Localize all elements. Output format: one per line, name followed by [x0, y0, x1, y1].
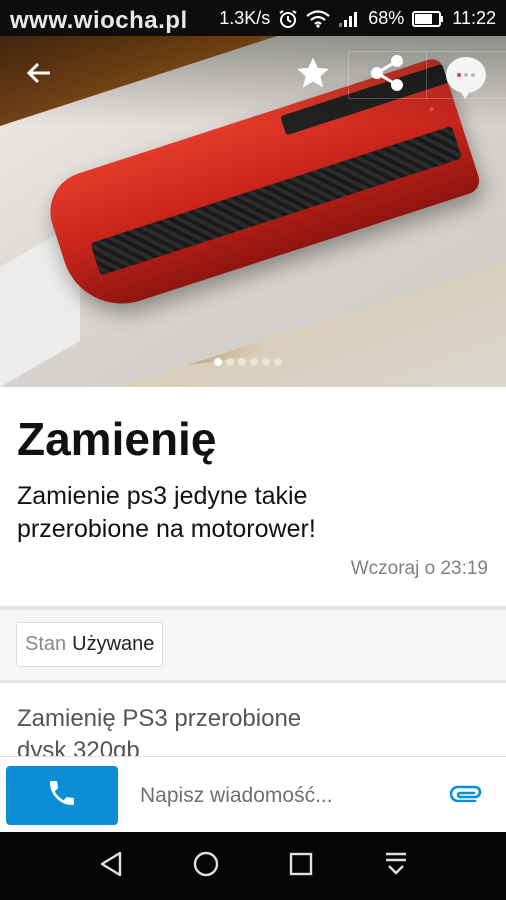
- status-bar: www.wiocha.pl 1.3K/s 68% 11:22: [0, 0, 506, 36]
- param-condition: Stan Używane: [16, 622, 164, 667]
- gallery-dot[interactable]: [214, 358, 222, 366]
- share-button[interactable]: [362, 54, 412, 96]
- paperclip-icon: [449, 784, 482, 807]
- param-key: Stan: [25, 633, 67, 655]
- battery-icon: [412, 10, 444, 27]
- network-speed: 1.3K/s: [219, 8, 271, 28]
- favorite-button[interactable]: [290, 54, 336, 96]
- back-arrow-icon: [25, 59, 53, 92]
- listing-title: Zamienię: [17, 413, 217, 465]
- nav-home-button[interactable]: [186, 848, 226, 884]
- gallery-dot[interactable]: [226, 358, 234, 366]
- gallery-dot[interactable]: [274, 358, 282, 366]
- chat-button[interactable]: [443, 52, 489, 99]
- gallery-dot[interactable]: [262, 358, 270, 366]
- phone-icon: [46, 777, 78, 814]
- signal-icon: [338, 10, 360, 28]
- listing-description: Zamienię PS3 przerobione dysk 320gb: [0, 683, 506, 756]
- listing-date: Wczoraj o 23:19: [350, 558, 488, 579]
- square-recents-icon: [288, 851, 314, 882]
- triangle-back-icon: [98, 850, 124, 883]
- gallery-dot[interactable]: [238, 358, 246, 366]
- watermark: www.wiocha.pl: [10, 7, 188, 34]
- gallery-pagination: [214, 358, 282, 366]
- nav-recents-button[interactable]: [281, 848, 321, 884]
- gallery-dot[interactable]: [250, 358, 258, 366]
- listing-subtitle: Zamienie ps3 jedyne takie przerobione na…: [17, 482, 316, 543]
- nav-back-button[interactable]: [91, 848, 131, 884]
- description-text: Zamienię PS3 przerobione dysk 320gb: [17, 705, 302, 756]
- notification-down-icon: [383, 850, 409, 883]
- listing-parameters: Stan Używane: [0, 610, 506, 680]
- alarm-icon: [278, 9, 298, 29]
- wifi-icon: [306, 9, 330, 28]
- star-icon: [295, 56, 331, 95]
- system-navigation-bar: [0, 832, 506, 900]
- message-input[interactable]: [130, 771, 430, 821]
- back-button[interactable]: [18, 54, 60, 96]
- contact-bar: [0, 756, 506, 832]
- chat-bubble-icon: [446, 57, 486, 99]
- share-icon: [369, 54, 405, 97]
- call-button[interactable]: [6, 766, 118, 825]
- clock-time: 11:22: [452, 8, 496, 28]
- status-icons: 1.3K/s 68% 11:22: [219, 8, 496, 29]
- battery-level: 68%: [368, 8, 405, 28]
- nav-notifications-button[interactable]: [376, 848, 416, 884]
- listing-header-card: Zamienię Zamienie ps3 jedyne takie przer…: [0, 387, 506, 606]
- param-value: Używane: [72, 633, 155, 655]
- circle-home-icon: [192, 850, 220, 883]
- attach-button[interactable]: [446, 777, 486, 813]
